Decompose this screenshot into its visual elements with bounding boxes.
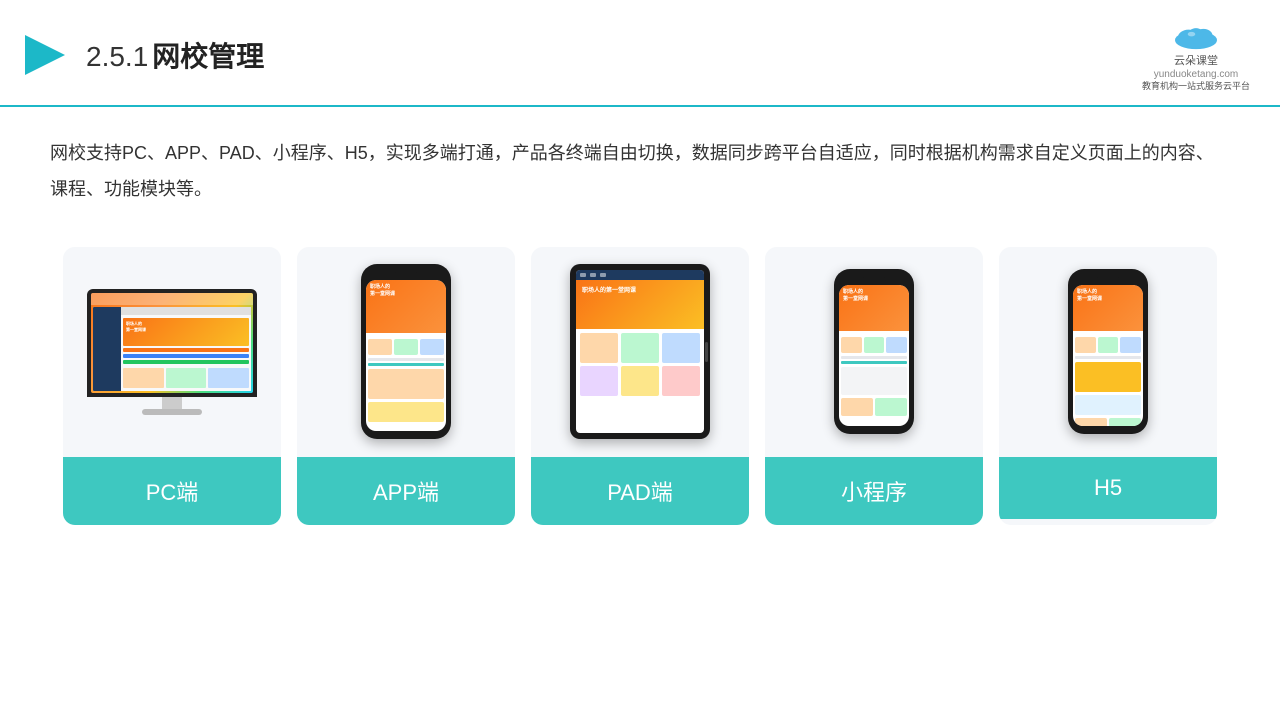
tablet-card [662, 366, 700, 396]
header-left: 2.5.1网校管理 [20, 30, 264, 80]
card-app-image: 职场人的第一堂网课 [297, 247, 515, 457]
card-pad-label: PAD端 [531, 457, 749, 525]
tablet-banner-text: 职场人的第一堂网课 [582, 285, 636, 294]
logo-name: 云朵课堂 [1174, 54, 1218, 69]
phone-row [368, 358, 444, 361]
phone-banner: 职场人的第一堂网课 [1073, 285, 1143, 330]
title-number: 2.5.1 [86, 41, 148, 72]
phone-row [1075, 356, 1141, 359]
tablet-card [580, 366, 618, 396]
card-miniprogram: 职场人的第一堂网课 [765, 247, 983, 525]
card-pad-image: 职场人的第一堂网课 [531, 247, 749, 457]
grid-item [841, 337, 862, 353]
nav-dot [580, 273, 586, 277]
tablet-screen: 职场人的第一堂网课 [576, 270, 704, 433]
card-pc-image: 职场人的第一堂网课 [63, 247, 281, 457]
phone-row-accent [841, 361, 907, 364]
tablet-grid [576, 329, 704, 400]
logo-slogan: 教育机构一站式服务云平台 [1142, 80, 1250, 93]
grid-item [886, 337, 907, 353]
phone-notch [862, 277, 886, 282]
card-pc-label: PC端 [63, 457, 281, 525]
phone-screen: 职场人的第一堂网课 [839, 285, 909, 426]
card-miniprogram-label: 小程序 [765, 457, 983, 525]
tablet-banner: 职场人的第一堂网课 [576, 280, 704, 329]
card-app: 职场人的第一堂网课 APP端 [297, 247, 515, 525]
grid-item [1075, 337, 1096, 353]
phone-notch [1096, 277, 1120, 282]
tablet-home-button [705, 342, 708, 362]
miniprogram-mockup: 职场人的第一堂网课 [834, 269, 914, 434]
phone-grid [1075, 337, 1141, 353]
phone-content [1073, 331, 1143, 427]
phone-banner: 职场人的第一堂网课 [839, 285, 909, 330]
phone-screen: 职场人的第一堂网课 [366, 280, 446, 431]
phone-grid [368, 339, 444, 355]
tablet-card [662, 333, 700, 363]
title-text: 网校管理 [152, 41, 264, 72]
phone-screen: 职场人的第一堂网课 [1073, 285, 1143, 426]
app-mockup: 职场人的第一堂网课 [361, 264, 451, 439]
grid-item [1098, 337, 1119, 353]
grid-item [864, 337, 885, 353]
phone-banner: 职场人的第一堂网课 [366, 280, 446, 333]
phone-grid-item [420, 339, 444, 355]
phone-row [841, 356, 907, 359]
phone-content [366, 333, 446, 425]
phone-banner-text: 职场人的第一堂网课 [370, 284, 395, 297]
card-h5: 职场人的第一堂网课 [999, 247, 1217, 525]
page-title: 2.5.1网校管理 [86, 35, 264, 75]
phone-grid-item [394, 339, 418, 355]
phone-notch [394, 272, 418, 277]
tablet-nav [576, 270, 704, 280]
cards-container: 职场人的第一堂网课 [0, 217, 1280, 555]
nav-dot [590, 273, 596, 277]
phone-row-accent [368, 363, 444, 366]
pad-mockup: 职场人的第一堂网课 [570, 264, 710, 439]
tablet-card [621, 366, 659, 396]
header: 2.5.1网校管理 云朵课堂 yunduoketang.com 教育机构一站式服… [0, 0, 1280, 107]
grid-item [1120, 337, 1141, 353]
logo-icon [1166, 18, 1226, 54]
phone-grid [841, 337, 907, 353]
card-h5-image: 职场人的第一堂网课 [999, 247, 1217, 457]
phone-grid-item [368, 339, 392, 355]
card-pad: 职场人的第一堂网课 PAD端 [531, 247, 749, 525]
pc-mockup: 职场人的第一堂网课 [87, 289, 257, 415]
card-app-label: APP端 [297, 457, 515, 525]
tablet-content: 职场人的第一堂网课 [576, 270, 704, 433]
tablet-card [621, 333, 659, 363]
nav-dot [600, 273, 606, 277]
phone-content [839, 331, 909, 419]
logo-url: yunduoketang.com [1154, 69, 1239, 80]
logo-area: 云朵课堂 yunduoketang.com 教育机构一站式服务云平台 [1142, 18, 1250, 93]
banner-text: 职场人的第一堂网课 [1077, 289, 1102, 302]
tablet-card [580, 333, 618, 363]
card-pc: 职场人的第一堂网课 [63, 247, 281, 525]
card-h5-label: H5 [999, 457, 1217, 519]
h5-mockup: 职场人的第一堂网课 [1068, 269, 1148, 434]
description-text: 网校支持PC、APP、PAD、小程序、H5，实现多端打通，产品各终端自由切换，数… [0, 107, 1280, 207]
banner-text: 职场人的第一堂网课 [843, 289, 868, 302]
play-icon [20, 30, 70, 80]
card-miniprogram-image: 职场人的第一堂网课 [765, 247, 983, 457]
